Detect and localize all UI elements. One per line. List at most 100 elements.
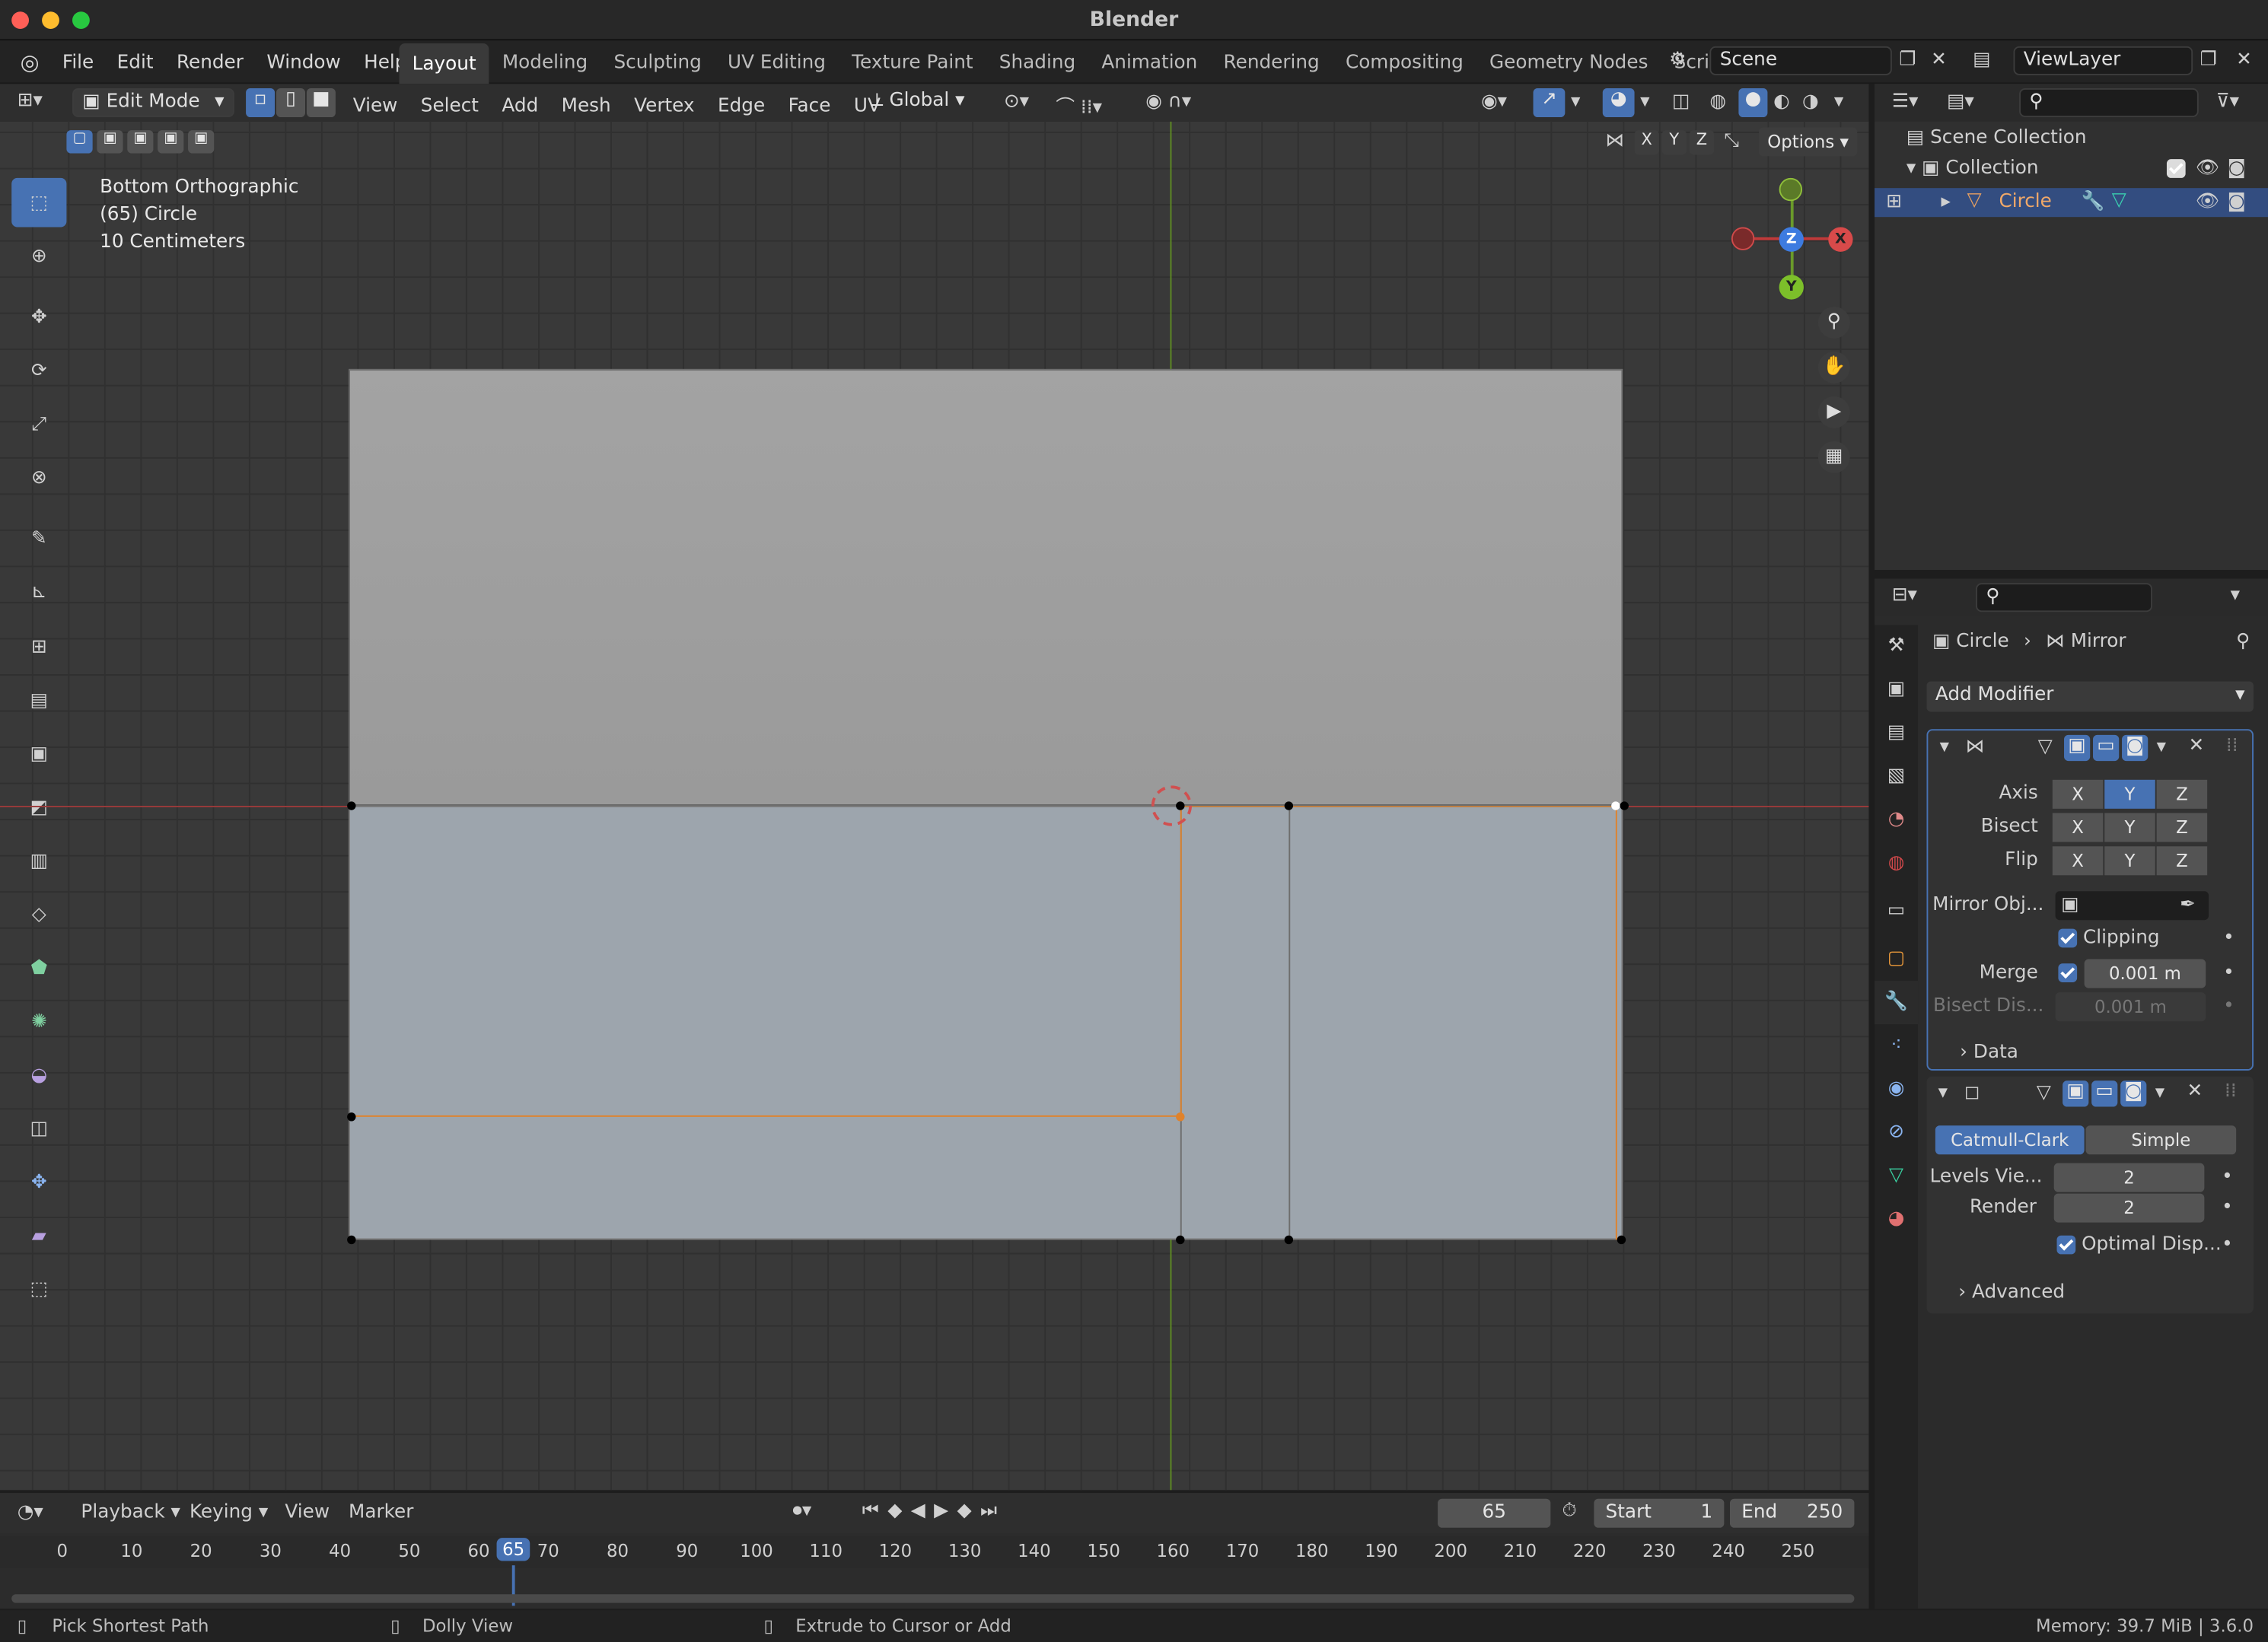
mirror-y-button[interactable]: Y	[1661, 130, 1687, 155]
vertex[interactable]	[347, 1235, 356, 1245]
pan-hand-icon[interactable]: ✋	[1817, 352, 1850, 383]
vertex[interactable]	[1284, 1235, 1294, 1245]
face-select-button[interactable]: ■	[306, 88, 336, 118]
cursor-tool[interactable]: ⊕	[11, 231, 66, 281]
properties-editor-icon[interactable]: ⊟▾	[1892, 584, 1917, 606]
flip-y-toggle[interactable]: Y	[2104, 846, 2155, 876]
menu-view[interactable]: View	[342, 95, 409, 117]
snap-icon[interactable]: ⌒ ⁞⁞▾	[1056, 91, 1102, 119]
rendered-shading-icon[interactable]: ◑	[1802, 91, 1819, 113]
outliner-row-circle[interactable]: ⊞ ▸ ▽ Circle 🔧 ▽ 👁 ◙	[1875, 188, 2268, 218]
select-new-icon[interactable]: ▢	[66, 130, 93, 154]
output-tab-icon[interactable]: ▤	[1875, 711, 1918, 755]
editor-type-icon[interactable]: ⊞▾	[18, 90, 43, 112]
collection-tab-icon[interactable]: ▭	[1875, 886, 1918, 937]
gizmo-menu-icon[interactable]: ▾	[1571, 91, 1580, 113]
new-view-layer-icon[interactable]: ❐	[2200, 49, 2217, 72]
menu-face[interactable]: Face	[776, 95, 842, 117]
edit-cage-icon[interactable]: ▽	[2038, 737, 2053, 759]
vertex-selected[interactable]	[1176, 1112, 1185, 1122]
select-intersect-icon[interactable]: ▣	[188, 130, 215, 154]
keyframe-dot-icon[interactable]: •	[2223, 962, 2235, 984]
3d-cursor-icon[interactable]	[1151, 785, 1193, 826]
tab-modeling[interactable]: Modeling	[489, 51, 601, 73]
tab-texture-paint[interactable]: Texture Paint	[839, 51, 986, 73]
gizmo-x[interactable]: X	[1828, 227, 1853, 252]
select-invert-icon[interactable]: ▣	[158, 130, 184, 154]
playback-dropdown[interactable]: Playback ▾	[81, 1502, 180, 1524]
material-shading-icon[interactable]: ◐	[1773, 91, 1790, 113]
viewport-toggle-icon[interactable]: ▭	[2091, 1080, 2118, 1107]
eye-icon[interactable]: 👁	[2196, 191, 2219, 213]
render-camera-icon[interactable]: ◙	[2228, 191, 2246, 213]
overlay-menu-icon[interactable]: ▾	[1640, 91, 1649, 113]
edit-mode-toggle-icon[interactable]: ▣	[2064, 734, 2091, 762]
mirror-x-button[interactable]: X	[1634, 130, 1659, 155]
merge-checkbox[interactable]	[2058, 962, 2078, 984]
3d-viewport[interactable]: ▢ ▣ ▣ ▣ ▣ ⋈ X Y Z ⤡ Options ▾ ⬚ ⊕ ✥ ⟳ ⤢ …	[0, 121, 1869, 1491]
mirror-z-button[interactable]: Z	[1689, 130, 1715, 155]
advanced-subpanel[interactable]: › Advanced	[1958, 1282, 2065, 1304]
collapse-arrow-icon[interactable]: ▾	[1940, 737, 1949, 759]
edge-select-button[interactable]: ▯	[276, 88, 306, 118]
bisect-x-toggle[interactable]: X	[2052, 813, 2104, 842]
particles-tab-icon[interactable]: ⁖	[1875, 1024, 1918, 1068]
constraints-tab-icon[interactable]: ⊘	[1875, 1111, 1918, 1154]
edit-mode-toggle-icon[interactable]: ▣	[2063, 1080, 2089, 1107]
menu-render[interactable]: Render	[165, 51, 255, 73]
add-modifier-dropdown[interactable]: Add Modifier ▾	[1926, 681, 2254, 712]
menu-mesh[interactable]: Mesh	[549, 95, 622, 117]
collection-checkbox[interactable]	[2166, 158, 2186, 180]
vertex[interactable]	[347, 1112, 356, 1122]
menu-edge[interactable]: Edge	[706, 95, 777, 117]
vertex-active[interactable]	[1611, 801, 1620, 810]
keyframe-dot-icon[interactable]: •	[2222, 1196, 2233, 1218]
next-keyframe-icon[interactable]: ◆	[957, 1500, 972, 1523]
expand-arrow-icon[interactable]: ▸	[1941, 191, 1950, 213]
move-tool[interactable]: ✥	[11, 292, 66, 342]
mesh-data-icon[interactable]: ▽	[2112, 189, 2126, 212]
smooth-tool[interactable]: ◒	[11, 1050, 66, 1099]
blender-logo-icon[interactable]: ◎	[8, 49, 50, 75]
menu-select[interactable]: Select	[409, 95, 491, 117]
timeline-editor-icon[interactable]: ◔▾	[18, 1502, 43, 1524]
outliner-editor-icon[interactable]: ☰▾	[1892, 91, 1919, 113]
vertex[interactable]	[1617, 1235, 1626, 1245]
gizmo-x-left[interactable]	[1731, 227, 1755, 250]
physics-tab-icon[interactable]: ◉	[1875, 1068, 1918, 1111]
vertex[interactable]	[1176, 1235, 1185, 1245]
view-layer-icon[interactable]: ▤	[1973, 49, 1990, 72]
render-camera-icon[interactable]: ◙	[2228, 158, 2246, 180]
levels-viewport-field[interactable]: 2	[2053, 1163, 2205, 1192]
shrink-fatten-tool[interactable]: ✥	[11, 1157, 66, 1207]
world-tab-icon[interactable]: ◍	[1875, 842, 1918, 886]
menu-window[interactable]: Window	[255, 51, 352, 73]
menu-vertex[interactable]: Vertex	[623, 95, 706, 117]
jump-end-icon[interactable]: ⏭	[980, 1500, 997, 1523]
tab-animation[interactable]: Animation	[1088, 51, 1210, 73]
navigation-gizmo[interactable]: Z X Y	[1727, 173, 1857, 304]
tab-layout[interactable]: Layout	[399, 43, 489, 84]
render-toggle-icon[interactable]: ◙	[2122, 734, 2149, 762]
overlay-toggle-button[interactable]: ◕	[1602, 88, 1635, 118]
zoom-icon[interactable]: ⚲	[1817, 307, 1850, 339]
tab-geometry-nodes[interactable]: Geometry Nodes	[1476, 51, 1661, 73]
delete-scene-icon[interactable]: ✕	[1931, 49, 1947, 72]
current-frame-marker[interactable]: 65	[496, 1538, 530, 1561]
expand-arrow-icon[interactable]: ▾	[1906, 158, 1916, 180]
keyframe-dot-icon[interactable]: •	[2222, 1166, 2233, 1188]
menu-edit[interactable]: Edit	[105, 51, 164, 73]
edit-mesh-face[interactable]	[349, 806, 1623, 1240]
menu-file[interactable]: File	[51, 51, 106, 73]
wireframe-shading-icon[interactable]: ◍	[1709, 91, 1726, 113]
modifier-menu-icon[interactable]: ▾	[2155, 1082, 2164, 1104]
view-layer-field[interactable]: ViewLayer	[2013, 46, 2193, 75]
shear-tool[interactable]: ▰	[11, 1211, 66, 1260]
menu-add[interactable]: Add	[490, 95, 549, 117]
viewport-toggle-icon[interactable]: ▭	[2093, 734, 2120, 762]
outliner-row-collection[interactable]: ▾ ▣ Collection 👁 ◙	[1906, 158, 2268, 186]
mirror-object-field[interactable]: ▣ ✒	[2055, 891, 2209, 921]
data-tab-icon[interactable]: ▽	[1875, 1154, 1918, 1198]
frame-ruler[interactable]: 0 10 20 30 40 50 60 70 80 90 100 110 120 130 140 150 160…	[0, 1536, 1869, 1569]
tab-compositing[interactable]: Compositing	[1333, 51, 1476, 73]
